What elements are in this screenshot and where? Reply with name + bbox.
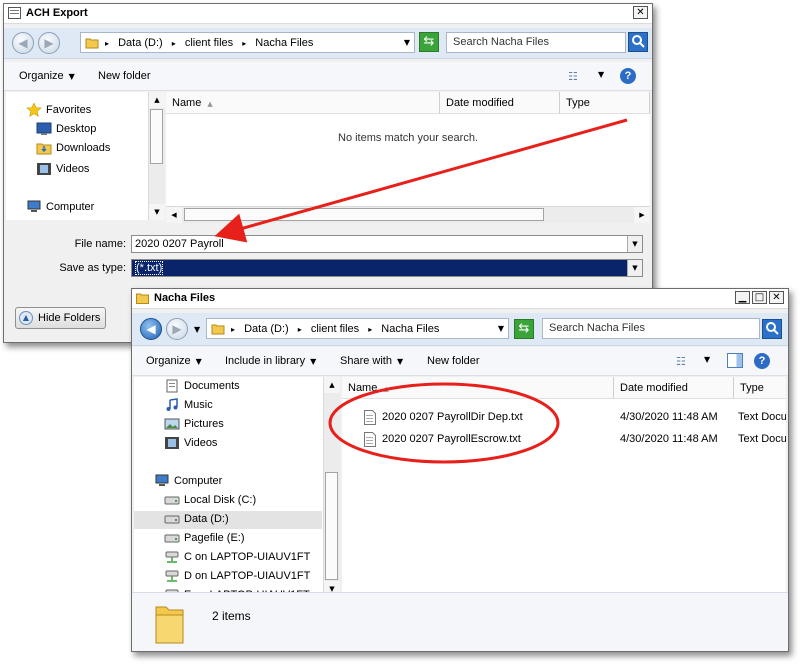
annotation-ellipse	[328, 382, 560, 464]
annotation-arrow	[214, 118, 628, 243]
annotation-overlay	[214, 118, 628, 464]
